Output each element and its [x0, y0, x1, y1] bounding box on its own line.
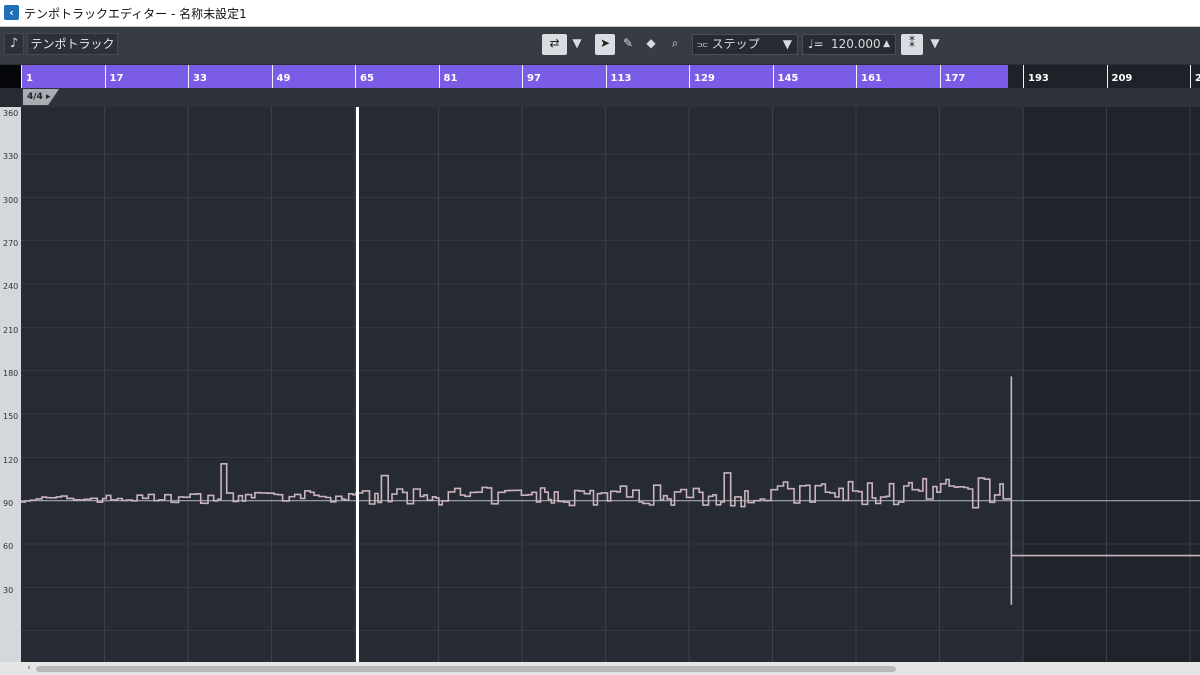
scroll-left-icon[interactable]: ‹ — [24, 662, 34, 675]
ruler-tick-label: 33 — [193, 73, 207, 84]
tempo-track-icon[interactable]: ♪ — [4, 33, 24, 55]
ruler-tick-label: 145 — [777, 73, 799, 84]
tempo-scale-label: 240 — [3, 282, 19, 292]
playback-cursor[interactable] — [356, 107, 359, 662]
tempo-value: 120.000 — [831, 37, 881, 51]
tempo-scale-label: 120 — [3, 455, 19, 465]
tempo-track-button[interactable]: テンポトラック — [27, 33, 118, 55]
step-curve-icon: ⫗ — [697, 37, 708, 51]
tempo-scale-label: 30 — [3, 585, 14, 595]
tempo-scale-label: 300 — [3, 195, 19, 205]
scroll-thumb[interactable] — [36, 666, 896, 672]
ruler-tick-7: 113 — [605, 65, 631, 88]
tempo-scale-label: 90 — [3, 499, 14, 508]
ruler-tick-label: 1 — [26, 73, 33, 84]
ruler-tick-8: 129 — [689, 65, 715, 88]
toolbar: ♪ テンポトラック ⇄ ▼ ➤ ✎ ◆ ⌕ ⫗ ステップ ▼ ♩= 120.00… — [0, 27, 1200, 65]
ruler-tick-13: 209 — [1106, 65, 1132, 88]
ruler-tick-11: 177 — [939, 65, 965, 88]
ruler-tick-label: 129 — [694, 73, 715, 84]
tempo-scale-label: 150 — [3, 412, 19, 422]
tempo-scale-label: 60 — [3, 542, 14, 552]
snap-dropdown-icon[interactable]: ▼ — [925, 34, 945, 55]
after-end-area — [1024, 107, 1200, 662]
window-title: テンポトラックエディター - 名称未設定1 — [24, 7, 247, 21]
object-select-icon[interactable]: ➤ — [595, 34, 615, 55]
tempo-scale-label: 270 — [3, 239, 19, 248]
tempo-plot[interactable] — [21, 107, 1200, 662]
tempo-scale-label: 210 — [3, 325, 19, 335]
zoom-icon[interactable]: ⌕ — [664, 34, 686, 55]
chevron-down-icon: ▼ — [782, 37, 792, 51]
ruler-tick-5: 81 — [438, 65, 457, 88]
ruler-tick-label: 161 — [861, 73, 882, 84]
ruler-tick-9: 145 — [772, 65, 798, 88]
tempo-value-field[interactable]: ♩= 120.000 ▲ — [802, 34, 896, 55]
ruler-tick-1: 17 — [104, 65, 123, 88]
ruler-tick-label: 65 — [360, 73, 374, 84]
tool-arrange-icon[interactable]: ⇄ — [542, 34, 567, 55]
cubase-logo-icon: ‹ — [4, 5, 19, 20]
tempo-scale-label: 180 — [3, 369, 19, 378]
ruler-tick-label: 193 — [1028, 73, 1049, 84]
ruler-tick-4: 65 — [355, 65, 374, 88]
ruler-tick-label: 49 — [276, 73, 291, 84]
ruler-tick-label: 209 — [1111, 73, 1133, 84]
tempo-scale-label: 360 — [3, 109, 19, 118]
ruler-tick-14: 2 — [1190, 65, 1200, 88]
ruler-tick-label: 97 — [527, 73, 541, 84]
ruler-tick-label: 2 — [1195, 73, 1200, 84]
note-icon: ♩= — [808, 37, 824, 51]
horizontal-scrollbar[interactable]: ‹ — [0, 662, 1200, 675]
ruler-tick-6: 97 — [522, 65, 541, 88]
bar-ruler[interactable]: 1 17 33 49 65 81 97 113 129 145 161 177 193 209 2 — [21, 65, 1200, 88]
title-bar: ‹ テンポトラックエディター - 名称未設定1 — [0, 0, 1200, 27]
tool-arrange-dropdown-icon[interactable]: ▼ — [567, 34, 587, 55]
erase-icon[interactable]: ◆ — [641, 34, 661, 55]
snap-icon[interactable]: ⁑ — [901, 34, 923, 55]
ruler-active-range[interactable] — [21, 65, 1008, 88]
ruler-tick-label: 17 — [109, 73, 124, 84]
tempo-scale: 360 330 300 270 240 210 180 150 120 90 60 30 — [0, 107, 21, 662]
ruler-tick-label: 81 — [443, 73, 458, 84]
insert-curve-select[interactable]: ⫗ ステップ ▼ — [692, 34, 798, 55]
ruler-tick-10: 161 — [856, 65, 882, 88]
tempo-scale-label: 330 — [3, 152, 19, 162]
time-signature-row: 4/4 ▸ — [21, 88, 1200, 107]
ruler-tick-3: 49 — [271, 65, 290, 88]
stepper-icon[interactable]: ▲ — [883, 35, 890, 54]
ruler-tick-12: 193 — [1023, 65, 1049, 88]
insert-curve-value: ステップ — [711, 37, 760, 51]
draw-pencil-icon[interactable]: ✎ — [618, 34, 638, 55]
ruler-tick-2: 33 — [188, 65, 207, 88]
ruler-tick-0: 1 — [21, 65, 33, 88]
time-signature-marker[interactable]: 4/4 ▸ — [23, 89, 59, 105]
ruler-tick-label: 177 — [944, 73, 966, 84]
ruler-tick-label: 113 — [610, 73, 632, 84]
ruler-corner — [0, 65, 21, 88]
